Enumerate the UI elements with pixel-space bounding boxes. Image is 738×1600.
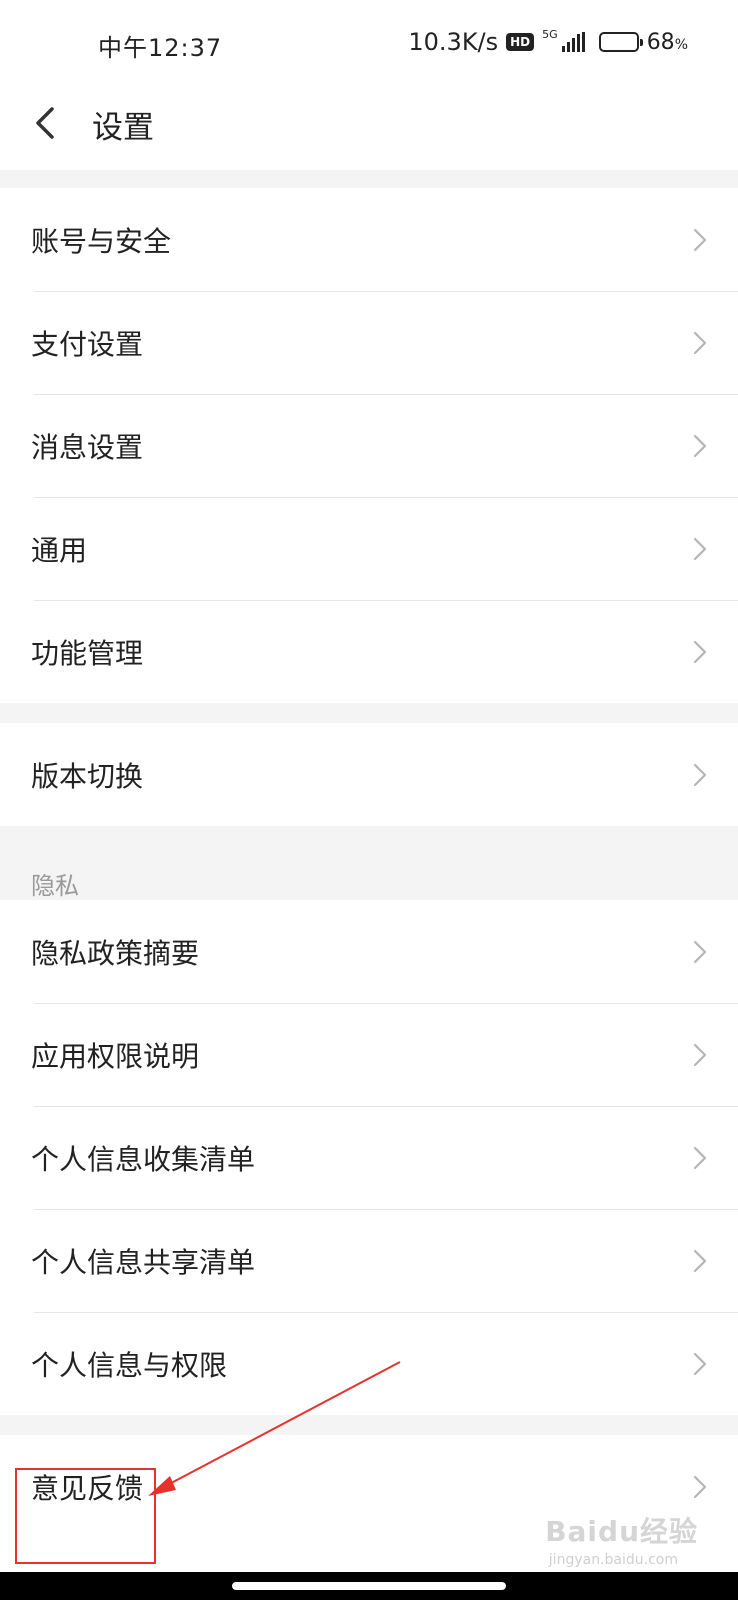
chevron-right-icon: [693, 1475, 707, 1498]
settings-item-label: 通用: [31, 533, 88, 567]
page-title: 设置: [92, 110, 154, 146]
status-bar: 中午12:37 10.3K/s HD 5G 68%: [0, 0, 738, 88]
chevron-right-icon: [693, 331, 707, 354]
chevron-right-icon: [693, 228, 707, 251]
navigation-bar: [0, 1572, 738, 1600]
home-indicator[interactable]: [232, 1582, 506, 1590]
signal-icon: [561, 32, 585, 52]
settings-group-privacy: 隐私政策摘要 应用权限说明 个人信息收集清单 个人信息共享清单 个人信息与权限: [0, 900, 738, 1415]
hd-badge: HD: [506, 33, 535, 51]
watermark-logo: Baidu经验: [545, 1515, 698, 1548]
settings-item-account-security[interactable]: 账号与安全: [0, 188, 738, 291]
network-speed: 10.3K/s: [408, 28, 499, 56]
settings-item-label: 个人信息与权限: [31, 1348, 228, 1382]
header: 设置: [0, 88, 738, 170]
settings-item-label: 支付设置: [31, 327, 144, 361]
chevron-left-icon: [36, 107, 54, 139]
settings-item-label: 个人信息共享清单: [31, 1245, 256, 1279]
chevron-right-icon: [693, 640, 707, 663]
settings-group-main: 账号与安全 支付设置 消息设置 通用 功能管理: [0, 188, 738, 703]
watermark-url: jingyan.baidu.com: [548, 1552, 678, 1568]
status-time: 中午12:37: [98, 34, 223, 62]
section-title-privacy: 隐私: [31, 872, 79, 900]
settings-item-label: 功能管理: [31, 636, 144, 670]
chevron-right-icon: [693, 940, 707, 963]
back-button[interactable]: [20, 98, 70, 148]
network-type: 5G: [542, 27, 558, 41]
chevron-right-icon: [693, 1249, 707, 1272]
status-indicators: 10.3K/s HD 5G 68%: [408, 28, 688, 56]
chevron-right-icon: [693, 1146, 707, 1169]
settings-item-label: 账号与安全: [31, 224, 172, 258]
settings-item-general[interactable]: 通用: [0, 497, 738, 600]
settings-item-notifications[interactable]: 消息设置: [0, 394, 738, 497]
annotation-highlight-box: [15, 1468, 156, 1564]
settings-item-info-collection[interactable]: 个人信息收集清单: [0, 1106, 738, 1209]
chevron-right-icon: [693, 763, 707, 786]
chevron-right-icon: [693, 434, 707, 457]
battery-percent: 68%: [646, 29, 688, 55]
settings-item-app-permissions[interactable]: 应用权限说明: [0, 1003, 738, 1106]
settings-item-label: 应用权限说明: [31, 1039, 200, 1073]
settings-item-privacy-summary[interactable]: 隐私政策摘要: [0, 900, 738, 1003]
settings-item-label: 消息设置: [31, 430, 144, 464]
battery-icon: [598, 32, 643, 52]
chevron-right-icon: [693, 1352, 707, 1375]
settings-item-payment[interactable]: 支付设置: [0, 291, 738, 394]
settings-group-version: 版本切换: [0, 723, 738, 826]
settings-item-version-switch[interactable]: 版本切换: [0, 723, 738, 826]
settings-item-info-sharing[interactable]: 个人信息共享清单: [0, 1209, 738, 1312]
settings-item-label: 隐私政策摘要: [31, 936, 200, 970]
chevron-right-icon: [693, 1043, 707, 1066]
settings-item-info-permissions[interactable]: 个人信息与权限: [0, 1312, 738, 1415]
settings-item-label: 版本切换: [31, 759, 144, 793]
settings-item-features[interactable]: 功能管理: [0, 600, 738, 703]
settings-item-label: 个人信息收集清单: [31, 1142, 256, 1176]
chevron-right-icon: [693, 537, 707, 560]
